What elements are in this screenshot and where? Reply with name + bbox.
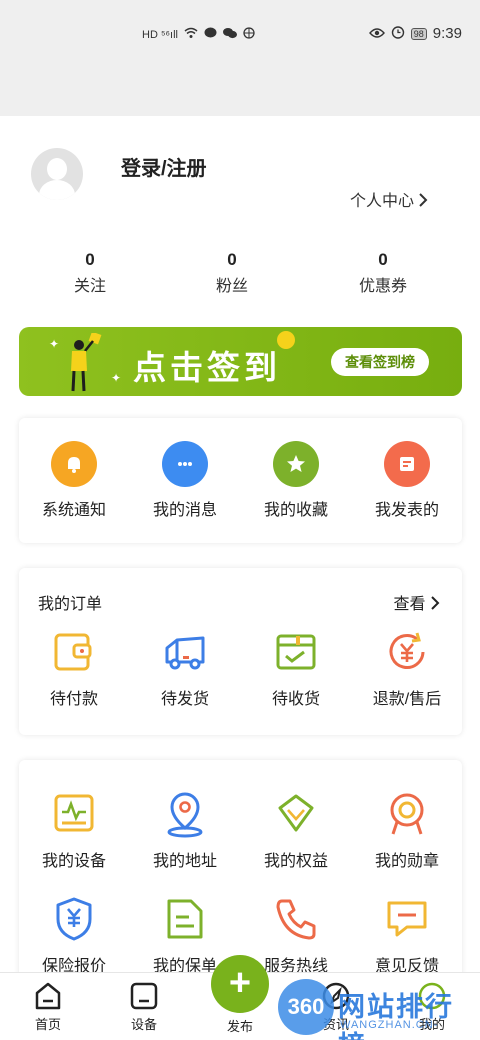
sparkle-icon: ✦ [49, 337, 60, 351]
item-label: 我的设备 [41, 853, 106, 870]
truck-icon [165, 636, 205, 670]
item-label: 我的勋章 [374, 853, 439, 870]
insurance-icon [56, 897, 92, 941]
status-bar: HD ⁵⁶ıll 98 9:39 [0, 0, 480, 70]
item-label: 系统通知 [41, 502, 106, 519]
view-orders-label: 查看 [393, 596, 426, 613]
stat-label: 关注 [73, 278, 106, 295]
item-label: 待收货 [271, 691, 320, 708]
home-icon [35, 982, 61, 1010]
medal-icon [390, 793, 424, 835]
item-label: 退款/售后 [372, 691, 442, 708]
chat-icon [162, 441, 208, 487]
sparkle-icon: ✦ [111, 371, 122, 385]
bell-icon [51, 441, 97, 487]
item-label: 我的地址 [152, 853, 217, 870]
alarm-icon [391, 25, 405, 42]
diamond-icon [278, 794, 314, 832]
phone-icon [276, 899, 316, 940]
package-icon [276, 634, 316, 670]
location-icon [167, 792, 203, 838]
my-benefits-item[interactable]: 我的权益 [241, 790, 351, 871]
stat-value: 0 [85, 250, 95, 269]
person-illustration-icon [71, 333, 102, 392]
nav-device-label: 设备 [130, 1017, 157, 1032]
watermark-subtext: WANGZHAN.CN- [340, 1019, 439, 1031]
wallet-icon [54, 633, 92, 671]
personal-center-link[interactable]: 个人中心 [350, 187, 428, 211]
chevron-right-icon [431, 596, 440, 610]
my-medals-item[interactable]: 我的勋章 [352, 790, 462, 871]
sign-in-banner[interactable]: ✦ ✦ 点击签到 查看签到榜 [19, 327, 462, 396]
stat-fans[interactable]: 0 粉丝 [182, 250, 282, 296]
orders-title: 我的订单 [38, 596, 103, 613]
globe-icon [243, 27, 255, 42]
header-area [0, 70, 480, 116]
refund-aftersales-item[interactable]: 退款/售后 [352, 628, 462, 709]
view-orders-link[interactable]: 查看 [394, 590, 440, 614]
my-messages-item[interactable]: 我的消息 [130, 441, 240, 520]
item-label: 待发货 [160, 691, 209, 708]
document-icon [384, 441, 430, 487]
pending-receipt-item[interactable]: 待收货 [241, 628, 351, 709]
policy-icon [167, 899, 203, 939]
stat-value: 0 [378, 250, 388, 269]
nav-home[interactable]: 首页 [18, 981, 78, 1033]
publish-label: 发布 [226, 1019, 253, 1034]
my-posts-item[interactable]: 我发表的 [352, 441, 462, 520]
item-label: 待付款 [49, 691, 98, 708]
personal-center-label: 个人中心 [350, 193, 415, 210]
stat-label: 粉丝 [215, 278, 248, 295]
avatar[interactable] [31, 148, 83, 200]
clock: 9:39 [432, 25, 462, 42]
battery-indicator: 98 [410, 27, 427, 40]
wechat-icon [222, 27, 237, 42]
watermark-badge: 360 [278, 979, 334, 1035]
watermark-text: 网站排行榜 [338, 992, 454, 1040]
item-label: 我的权益 [263, 853, 328, 870]
my-favorites-item[interactable]: 我的收藏 [241, 441, 351, 520]
nav-device[interactable]: 设备 [114, 981, 174, 1033]
publish-button[interactable]: + [211, 955, 269, 1013]
login-register-link[interactable]: 登录/注册 [121, 152, 207, 181]
stat-label: 优惠券 [358, 278, 407, 295]
my-devices-item[interactable]: 我的设备 [19, 790, 129, 871]
item-label: 我的消息 [152, 502, 217, 519]
banner-title: 点击签到 [133, 349, 281, 386]
sun-icon [277, 331, 295, 349]
stats-row: 0 关注 0 粉丝 0 优惠券 [0, 250, 480, 300]
quick-actions-card: 系统通知 我的消息 我的收藏 我发表的 [19, 418, 462, 543]
feedback-item[interactable]: 意见反馈 [352, 895, 462, 976]
stat-follow[interactable]: 0 关注 [40, 250, 140, 296]
my-address-item[interactable]: 我的地址 [130, 790, 240, 871]
chevron-right-icon [418, 193, 428, 210]
pending-payment-item[interactable]: 待付款 [19, 628, 129, 709]
system-notification-item[interactable]: 系统通知 [19, 441, 129, 520]
nav-home-label: 首页 [34, 1017, 61, 1032]
view-checkin-ranking-button[interactable]: 查看签到榜 [331, 348, 429, 376]
device-icon [54, 794, 94, 832]
item-label: 我发表的 [374, 502, 439, 519]
star-icon [273, 441, 319, 487]
refund-icon [389, 632, 425, 669]
stat-value: 0 [227, 250, 237, 269]
watermark: 360 网站排行榜 WANGZHAN.CN- [270, 975, 480, 1040]
status-left-icons: HD ⁵⁶ıll [142, 27, 255, 42]
status-right-icons: 98 9:39 [368, 25, 462, 42]
item-label: 我的收藏 [263, 502, 328, 519]
insurance-quote-item[interactable]: 保险报价 [19, 895, 129, 976]
device-nav-icon [130, 982, 158, 1010]
wifi-icon [184, 27, 198, 42]
eye-icon [368, 26, 385, 42]
orders-card: 我的订单 查看 待付款 待发货 待收货 退款/售后 [19, 568, 462, 735]
message-icon [204, 27, 217, 42]
pending-shipment-item[interactable]: 待发货 [130, 628, 240, 709]
feedback-icon [387, 901, 427, 937]
network-indicator: HD ⁵⁶ıll [142, 28, 178, 41]
stat-coupons[interactable]: 0 优惠券 [333, 250, 433, 296]
